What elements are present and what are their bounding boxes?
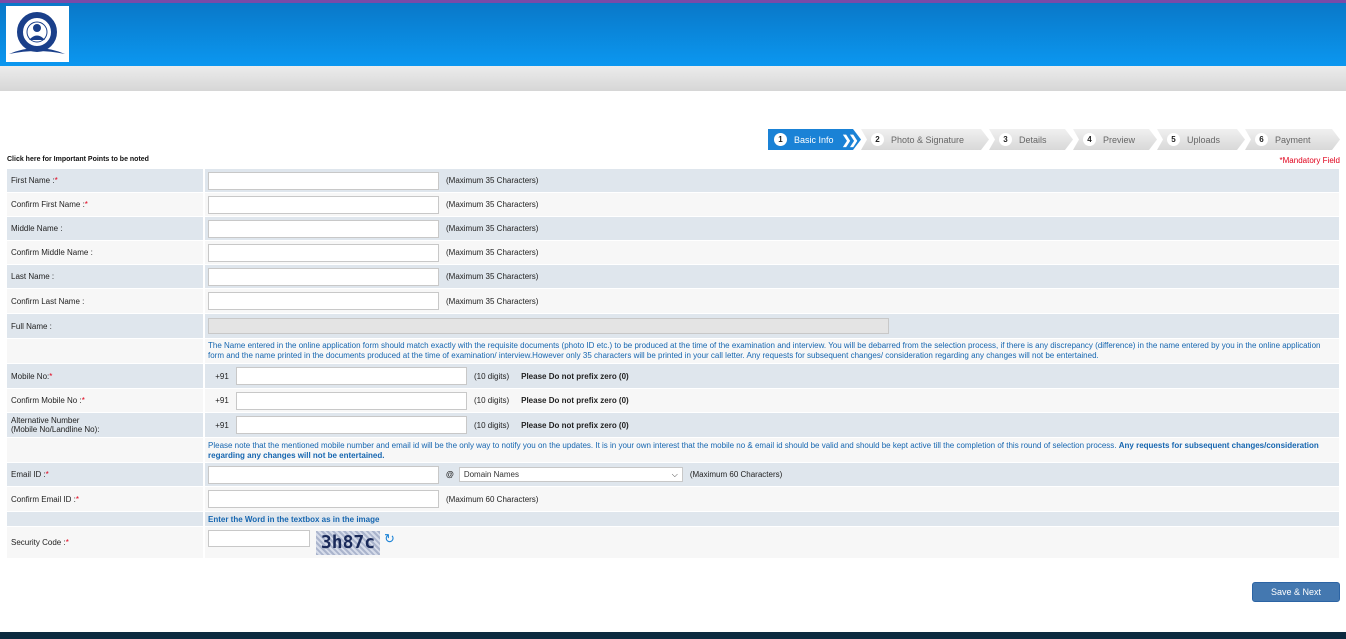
confirm-email-label: Confirm Email ID : [11, 494, 76, 504]
captcha-hint: Enter the Word in the textbox as in the … [208, 514, 380, 524]
required-star: * [81, 396, 85, 405]
required-star: * [45, 470, 49, 479]
step-basic-info[interactable]: 1 Basic Info ❯❯ [768, 129, 861, 150]
step-label: Uploads [1187, 134, 1221, 145]
step-preview[interactable]: 4 Preview [1073, 129, 1157, 150]
double-chevron-icon: ❯❯ [841, 132, 856, 147]
mandatory-field-note: *Mandatory Field [1279, 156, 1340, 165]
mobile-input[interactable] [236, 367, 467, 385]
max-chars-hint: (Maximum 60 Characters) [446, 494, 539, 504]
last-name-label: Last Name : [11, 272, 55, 281]
step-number: 3 [999, 133, 1012, 146]
confirm-last-name-input[interactable] [208, 292, 439, 310]
mobile-label: Mobile No: [11, 371, 50, 381]
full-name-input [208, 318, 889, 334]
no-zero-hint: Please Do not prefix zero (0) [521, 420, 629, 430]
security-code-input[interactable] [208, 530, 310, 547]
step-number: 2 [871, 133, 884, 146]
step-label: Photo & Signature [891, 134, 965, 145]
confirm-first-name-input[interactable] [208, 195, 439, 214]
max-chars-hint: (Maximum 35 Characters) [446, 224, 539, 233]
confirm-middle-name-label: Confirm Middle Name : [11, 248, 93, 257]
full-name-label: Full Name : [11, 321, 52, 331]
max-chars-hint: (Maximum 35 Characters) [446, 200, 539, 209]
step-details[interactable]: 3 Details [989, 129, 1073, 150]
step-number: 5 [1167, 133, 1180, 146]
required-star: * [49, 371, 53, 381]
step-number: 1 [774, 133, 787, 146]
digits-hint: (10 digits) [474, 371, 510, 381]
required-star: * [84, 200, 88, 209]
chevron-down-icon: ⌵ [671, 469, 678, 479]
progress-steps: 1 Basic Info ❯❯ 2 Photo & Signature 3 Detail… [768, 129, 1340, 150]
email-input[interactable] [208, 465, 439, 484]
confirm-mobile-input[interactable] [236, 391, 467, 410]
first-name-input[interactable] [208, 171, 439, 190]
confirm-mobile-label: Confirm Mobile No : [11, 396, 82, 405]
country-code: +91 [215, 420, 229, 430]
first-name-label: First Name : [11, 176, 55, 185]
max-chars-hint: (Maximum 35 Characters) [446, 176, 539, 185]
digits-hint: (10 digits) [474, 396, 510, 405]
step-label: Payment [1275, 134, 1311, 145]
max-chars-hint: (Maximum 35 Characters) [446, 248, 539, 257]
digits-hint: (10 digits) [474, 420, 510, 430]
middle-name-label: Middle Name : [11, 224, 63, 233]
required-star: * [65, 538, 69, 547]
max-chars-hint: (Maximum 60 Characters) [689, 470, 783, 479]
max-chars-hint: (Maximum 35 Characters) [446, 296, 539, 306]
email-label: Email ID : [11, 470, 46, 479]
captcha-image: 3h87c [316, 530, 380, 555]
step-label: Basic Info [794, 134, 834, 145]
required-star: * [75, 494, 80, 504]
country-code: +91 [215, 396, 229, 405]
refresh-icon[interactable]: ↻ [384, 531, 395, 547]
alt-number-input[interactable] [236, 416, 467, 434]
confirm-middle-name-input[interactable] [208, 243, 439, 262]
step-uploads[interactable]: 5 Uploads [1157, 129, 1245, 150]
step-payment[interactable]: 6 Payment [1245, 129, 1340, 150]
middle-name-input[interactable] [208, 219, 439, 238]
domain-select[interactable]: Domain Names ⌵ [458, 467, 683, 482]
confirm-email-input[interactable] [208, 490, 439, 508]
required-star: * [54, 176, 58, 185]
step-label: Details [1019, 134, 1047, 145]
sub-header-bar [0, 66, 1346, 91]
alt-number-sublabel: (Mobile No/Landline No): [11, 425, 100, 434]
step-number: 6 [1255, 133, 1268, 146]
step-photo-signature[interactable]: 2 Photo & Signature [861, 129, 989, 150]
security-code-label: Security Code : [11, 538, 66, 547]
basic-info-form: First Name : * (Maximum 35 Characters) Co… [7, 169, 1339, 559]
alt-number-label: Alternative Number [11, 416, 80, 425]
domain-select-value: Domain Names [463, 470, 519, 479]
no-zero-hint: Please Do not prefix zero (0) [521, 371, 629, 381]
footer [0, 632, 1346, 639]
contact-note: Please note that the mentioned mobile nu… [205, 438, 1339, 462]
logo [6, 6, 69, 62]
important-points-link[interactable]: Click here for Important Points to be no… [7, 156, 149, 163]
no-zero-hint: Please Do not prefix zero (0) [521, 396, 629, 405]
header [0, 3, 1346, 66]
country-code: +91 [215, 371, 229, 381]
confirm-first-name-label: Confirm First Name : [11, 200, 85, 209]
confirm-last-name-label: Confirm Last Name : [11, 296, 85, 306]
step-number: 4 [1083, 133, 1096, 146]
save-next-button[interactable]: Save & Next [1252, 582, 1340, 602]
step-label: Preview [1103, 134, 1136, 145]
max-chars-hint: (Maximum 35 Characters) [446, 272, 539, 281]
at-sign: @ [446, 470, 454, 479]
name-note: The Name entered in the online applicati… [208, 341, 1321, 360]
last-name-input[interactable] [208, 267, 439, 286]
contact-note-text: Please note that the mentioned mobile nu… [208, 441, 1119, 450]
